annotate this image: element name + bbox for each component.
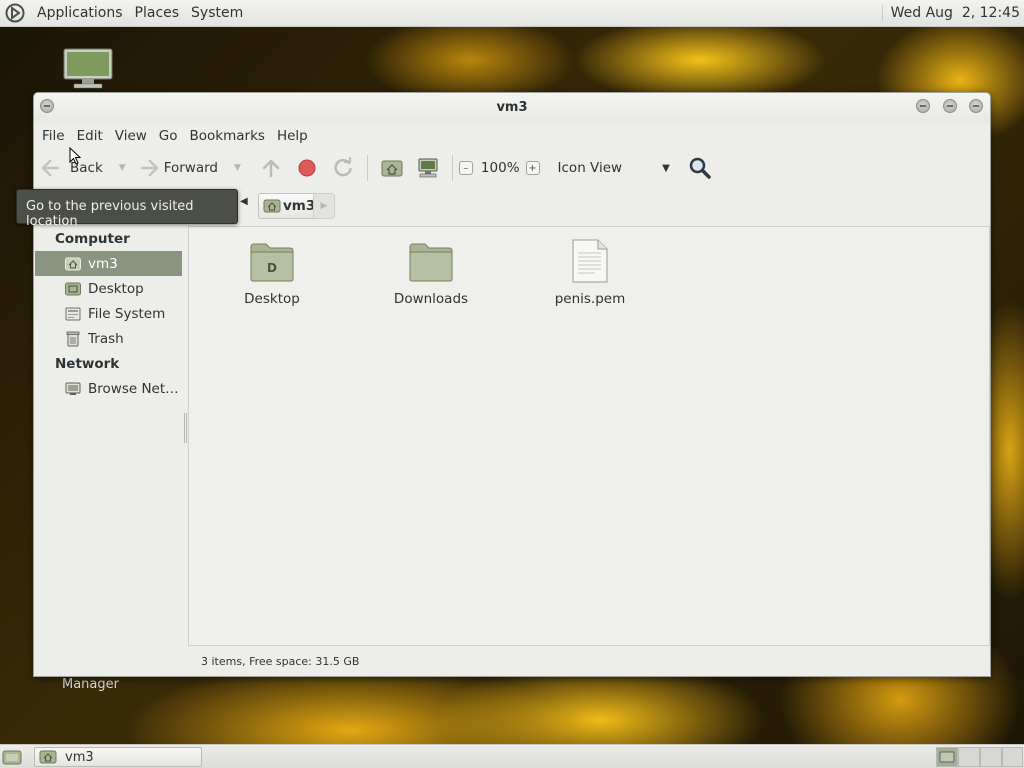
sidebar-item-file-system[interactable]: File System bbox=[35, 301, 182, 326]
reload-icon bbox=[334, 157, 352, 177]
trash-icon bbox=[65, 331, 81, 347]
maximize-button[interactable] bbox=[943, 99, 957, 113]
file-manager-window: vm3 File Edit View Go Bookmarks Help Bac… bbox=[33, 92, 991, 677]
breadcrumb-label: vm3 bbox=[283, 198, 316, 214]
computer-desktop-icon[interactable] bbox=[62, 47, 114, 91]
search-icon bbox=[689, 157, 711, 179]
bottom-panel: vm3 bbox=[0, 744, 1024, 768]
toolbar-separator bbox=[451, 155, 453, 181]
back-tooltip: Go to the previous visited location bbox=[16, 189, 238, 229]
forward-arrow-icon bbox=[140, 159, 158, 177]
search-button[interactable] bbox=[688, 156, 712, 180]
file-item-downloads[interactable]: Downloads bbox=[376, 237, 486, 307]
sidebar-item-trash[interactable]: Trash bbox=[35, 326, 182, 351]
sidebar-heading-computer: Computer bbox=[55, 231, 130, 247]
forward-button[interactable]: Forward ▼ bbox=[138, 158, 253, 178]
taskbar-item-label: vm3 bbox=[65, 749, 94, 765]
back-button[interactable]: Back ▼ bbox=[38, 158, 138, 178]
top-panel-menu: Applications Places System bbox=[31, 5, 249, 21]
text-file-icon bbox=[572, 239, 608, 283]
computer-icon bbox=[418, 158, 438, 178]
forward-label: Forward bbox=[163, 160, 218, 176]
sidebar-heading-network: Network bbox=[55, 356, 120, 372]
zoom-level: 100% bbox=[480, 160, 520, 176]
applications-menu[interactable]: Applications bbox=[31, 5, 129, 21]
show-desktop-icon[interactable] bbox=[1, 747, 23, 767]
file-item-penis-pem[interactable]: penis.pem bbox=[535, 237, 645, 307]
sidebar-item-label: File System bbox=[88, 305, 166, 322]
status-bar: 3 items, Free space: 31.5 GB bbox=[201, 655, 360, 668]
desktop-icon-label[interactable]: Manager bbox=[62, 677, 119, 692]
workspace-1[interactable] bbox=[936, 747, 958, 767]
sidebar-item-label: vm3 bbox=[88, 255, 118, 272]
home-folder-icon bbox=[39, 750, 57, 764]
menubar: File Edit View Go Bookmarks Help bbox=[34, 123, 990, 149]
view-mode-label: Icon View bbox=[557, 160, 623, 176]
desktop-folder-icon: D bbox=[250, 243, 294, 282]
reload-button[interactable] bbox=[331, 156, 355, 180]
sidebar-item-desktop[interactable]: Desktop bbox=[35, 276, 182, 301]
up-arrow-icon bbox=[262, 159, 280, 178]
system-menu[interactable]: System bbox=[185, 5, 249, 21]
window-title: vm3 bbox=[496, 100, 528, 115]
file-name: penis.pem bbox=[554, 291, 626, 307]
home-button[interactable] bbox=[380, 156, 404, 180]
file-item-desktop[interactable]: D Desktop bbox=[217, 237, 327, 307]
back-arrow-icon bbox=[41, 159, 60, 177]
workspace-4[interactable] bbox=[1002, 747, 1023, 767]
desktop-folder-icon bbox=[65, 281, 81, 297]
back-history-chevron-icon[interactable]: ▼ bbox=[119, 163, 126, 173]
chevron-down-icon: ▼ bbox=[662, 162, 670, 174]
sidebar-item-label: Browse Net… bbox=[88, 380, 179, 397]
sidebar-item-label: Trash bbox=[88, 330, 124, 347]
home-folder-icon bbox=[263, 199, 281, 213]
stop-icon bbox=[298, 159, 316, 177]
computer-button[interactable] bbox=[416, 156, 440, 180]
zoom-out-button[interactable]: – bbox=[458, 161, 473, 175]
drive-icon bbox=[65, 306, 81, 322]
close-button[interactable] bbox=[969, 99, 983, 113]
svg-text:D: D bbox=[267, 261, 277, 275]
workspace-2[interactable] bbox=[958, 747, 980, 767]
zoom-in-button[interactable]: + bbox=[525, 161, 540, 175]
sidebar-item-browse-network[interactable]: Browse Net… bbox=[35, 376, 182, 401]
menu-help[interactable]: Help bbox=[271, 128, 314, 144]
toolbar: Back ▼ Forward ▼ – 100% + Icon View ▼ bbox=[34, 149, 990, 187]
sidebar: Computer vm3 Desktop File System Trash N bbox=[35, 226, 182, 646]
view-mode-select[interactable]: Icon View ▼ bbox=[558, 160, 670, 176]
file-name: Desktop bbox=[244, 291, 300, 307]
menu-bookmarks[interactable]: Bookmarks bbox=[184, 128, 271, 144]
breadcrumb-left-arrow-icon[interactable]: ◀ bbox=[240, 196, 248, 207]
mouse-cursor-icon bbox=[69, 147, 81, 165]
forward-history-chevron-icon[interactable]: ▼ bbox=[234, 163, 241, 173]
home-folder-icon bbox=[65, 256, 81, 272]
places-menu[interactable]: Places bbox=[129, 5, 186, 21]
distro-logo-icon[interactable] bbox=[5, 3, 25, 23]
top-panel: Applications Places System Wed Aug 2, 12… bbox=[0, 0, 1024, 27]
workspace-window-icon bbox=[939, 751, 955, 763]
home-folder-icon bbox=[381, 160, 403, 177]
stop-button[interactable] bbox=[295, 156, 319, 180]
window-titlebar[interactable]: vm3 bbox=[34, 93, 990, 123]
toolbar-separator bbox=[366, 155, 368, 181]
file-view[interactable]: D Desktop Downloads penis.pem bbox=[188, 226, 990, 646]
sidebar-item-label: Desktop bbox=[88, 280, 144, 297]
menu-go[interactable]: Go bbox=[153, 128, 184, 144]
clock[interactable]: Wed Aug 2, 12:45 bbox=[881, 5, 1020, 21]
file-name: Downloads bbox=[393, 291, 469, 307]
taskbar-item-vm3[interactable]: vm3 bbox=[34, 747, 202, 767]
minimize-button[interactable] bbox=[916, 99, 930, 113]
breadcrumb-right-arrow-icon[interactable]: ▶ bbox=[313, 193, 335, 219]
menu-file[interactable]: File bbox=[36, 128, 71, 144]
up-button[interactable] bbox=[259, 156, 283, 180]
menu-edit[interactable]: Edit bbox=[71, 128, 109, 144]
pane-resize-handle[interactable] bbox=[184, 413, 187, 443]
sidebar-item-vm3[interactable]: vm3 bbox=[35, 251, 182, 276]
network-icon bbox=[65, 381, 81, 397]
folder-icon bbox=[409, 243, 453, 282]
workspace-3[interactable] bbox=[980, 747, 1002, 767]
menu-view[interactable]: View bbox=[109, 128, 153, 144]
